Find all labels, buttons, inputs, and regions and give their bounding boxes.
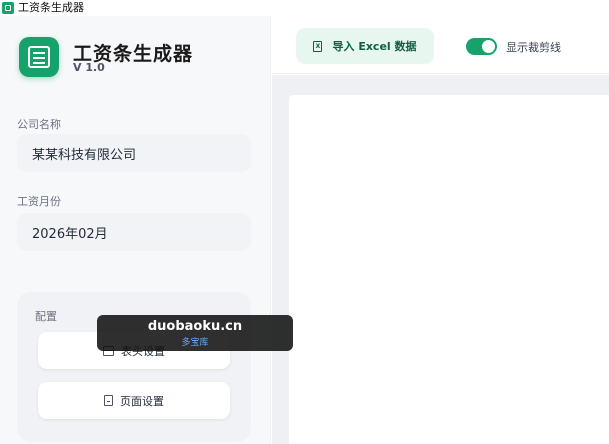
month-label: 工资月份 bbox=[17, 195, 61, 208]
window-title: 工资条生成器 bbox=[18, 1, 84, 14]
watermark-overlay: duobaoku.cn 多宝库 bbox=[97, 315, 293, 351]
page-settings-button[interactable]: 页面设置 bbox=[38, 382, 230, 419]
toggle-knob bbox=[482, 40, 495, 53]
import-excel-button[interactable]: X 导入 Excel 数据 bbox=[296, 28, 434, 64]
app-logo-icon bbox=[19, 37, 59, 77]
company-label: 公司名称 bbox=[17, 118, 61, 131]
watermark-main: duobaoku.cn bbox=[147, 319, 243, 334]
page-settings-label: 页面设置 bbox=[120, 394, 164, 408]
excel-file-icon: X bbox=[313, 40, 323, 52]
app-icon bbox=[2, 2, 14, 14]
crop-line-toggle[interactable] bbox=[466, 38, 497, 55]
sidebar: 工资条生成器 V 1.0 公司名称 工资月份 配置 表头设置 页面设置 bbox=[0, 16, 271, 444]
main-toolbar: X 导入 Excel 数据 显示裁剪线 bbox=[272, 16, 609, 74]
preview-area bbox=[272, 75, 609, 444]
page-icon bbox=[104, 395, 113, 406]
crop-line-label: 显示裁剪线 bbox=[506, 41, 561, 54]
window-titlebar: 工资条生成器 bbox=[0, 0, 609, 16]
salary-month-input[interactable] bbox=[17, 213, 251, 251]
watermark-sub: 多宝库 bbox=[181, 338, 209, 348]
config-label: 配置 bbox=[35, 310, 57, 323]
preview-paper bbox=[289, 95, 609, 444]
app-version: V 1.0 bbox=[73, 61, 105, 74]
company-name-input[interactable] bbox=[17, 134, 251, 172]
import-excel-label: 导入 Excel 数据 bbox=[332, 40, 417, 53]
